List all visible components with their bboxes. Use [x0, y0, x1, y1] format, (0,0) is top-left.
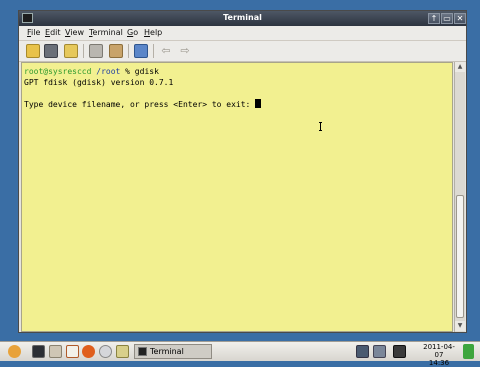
scroll-up-arrow-icon[interactable]: ▲ — [455, 62, 465, 72]
clock[interactable]: 2011-04-07 14:36 — [420, 343, 458, 367]
toolbar-separator — [153, 44, 154, 58]
clock-time: 14:36 — [428, 359, 450, 367]
terminal-launcher-icon[interactable] — [32, 345, 45, 358]
shade-button[interactable]: ↑ — [428, 13, 440, 24]
disk-utility-icon[interactable] — [99, 345, 112, 358]
toolbar: ⇦ ⇨ — [19, 41, 466, 62]
terminal-line-prompt: root@sysresccd /root % gdisk — [24, 66, 450, 77]
prompt-user: root@sysresccd — [24, 67, 92, 76]
paste-icon[interactable] — [109, 44, 123, 58]
new-tab-icon[interactable] — [26, 44, 40, 58]
copy-icon[interactable] — [89, 44, 103, 58]
desktop-switch-icon[interactable] — [463, 344, 474, 359]
new-window-icon[interactable] — [64, 44, 78, 58]
menu-edit[interactable]: Edit — [45, 28, 61, 37]
start-menu-icon[interactable] — [8, 345, 21, 358]
terminal-task-icon — [138, 347, 147, 356]
menu-file[interactable]: File — [27, 28, 40, 37]
firefox-icon[interactable] — [82, 345, 95, 358]
terminal-line-question: Type device filename, or press <Enter> t… — [24, 99, 450, 110]
close-tab-icon[interactable] — [44, 44, 58, 58]
menu-bar: File Edit View Terminal Go Help — [19, 26, 466, 41]
taskbar-terminal-button[interactable]: Terminal — [134, 344, 212, 359]
menu-terminal[interactable]: Terminal — [89, 28, 123, 37]
scrollbar-thumb[interactable] — [456, 195, 464, 318]
scroll-down-arrow-icon[interactable]: ▼ — [455, 321, 465, 331]
display-icon[interactable] — [373, 345, 386, 358]
title-bar[interactable]: Terminal ↑ ▭ ✕ — [19, 11, 466, 26]
vertical-scrollbar[interactable]: ▲ ▼ — [454, 62, 465, 332]
taskbar: Terminal 2011-04-07 14:36 — [0, 341, 480, 367]
prompt-path: /root — [96, 67, 121, 76]
text-cursor — [255, 99, 262, 108]
file-manager-icon[interactable] — [49, 345, 62, 358]
forward-icon[interactable]: ⇨ — [178, 44, 192, 58]
clock-date: 2011-04-07 — [423, 343, 455, 359]
menu-view[interactable]: View — [65, 28, 84, 37]
ibeam-cursor-icon — [319, 122, 323, 131]
terminal-output[interactable]: root@sysresccd /root % gdisk GPT fdisk (g… — [21, 62, 453, 332]
terminal-line-version: GPT fdisk (gdisk) version 0.7.1 — [24, 78, 174, 87]
toolbar-separator — [83, 44, 84, 58]
text-editor-icon[interactable] — [66, 345, 79, 358]
close-button[interactable]: ✕ — [454, 13, 466, 24]
maximize-button[interactable]: ▭ — [441, 13, 453, 24]
toolbar-separator — [128, 44, 129, 58]
window-title: Terminal — [223, 13, 262, 22]
network-icon[interactable] — [356, 345, 369, 358]
menu-help[interactable]: Help — [144, 28, 162, 37]
back-icon[interactable]: ⇦ — [159, 44, 173, 58]
menu-go[interactable]: Go — [127, 28, 138, 37]
zoom-icon[interactable] — [134, 44, 148, 58]
notes-icon[interactable] — [116, 345, 129, 358]
prompt-command: % gdisk — [120, 67, 159, 76]
terminal-window: Terminal ↑ ▭ ✕ File Edit View Terminal G… — [18, 10, 467, 333]
volume-icon[interactable] — [393, 345, 406, 358]
